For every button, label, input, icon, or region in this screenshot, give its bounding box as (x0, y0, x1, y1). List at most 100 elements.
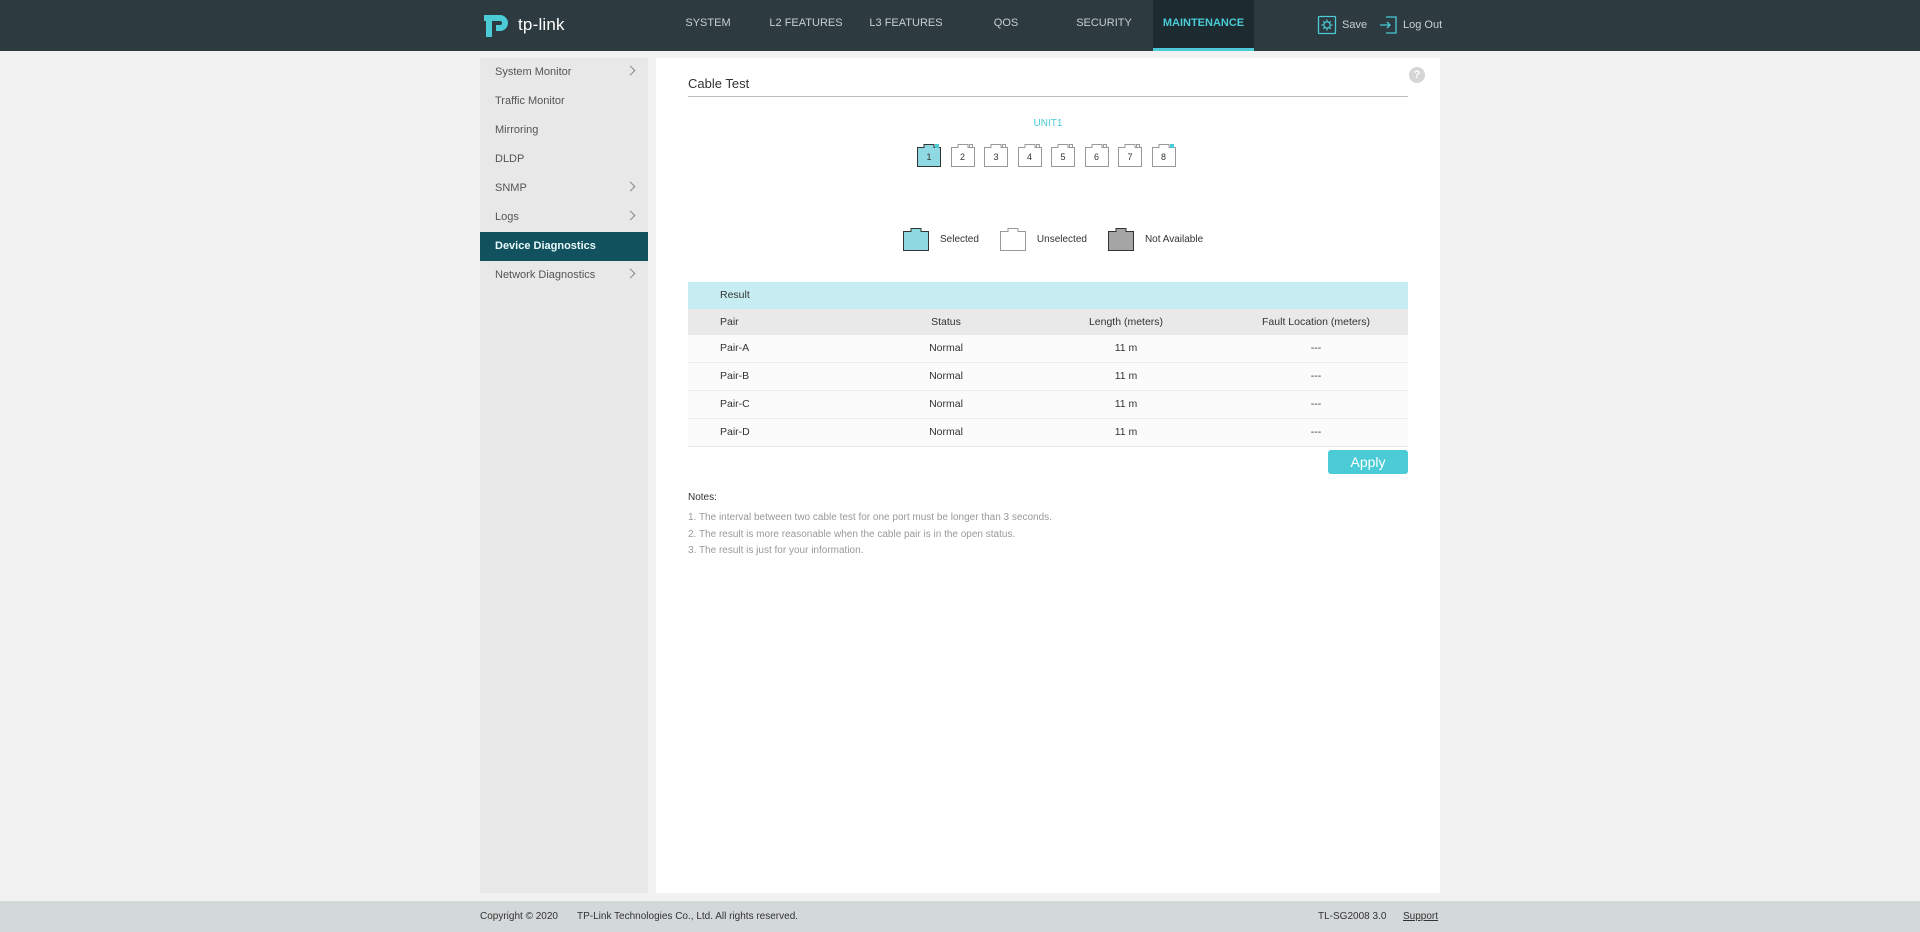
port-unselected-icon (999, 228, 1026, 251)
table-row: Pair-C Normal 11 m --- (688, 391, 1408, 419)
port-3[interactable]: 3 (984, 143, 1008, 167)
note-item: 2. The result is more reasonable when th… (688, 528, 1016, 540)
logout-icon (1380, 16, 1397, 34)
sidebar-item-dldp[interactable]: DLDP (480, 145, 648, 174)
nav-qos[interactable]: QoS (965, 0, 1047, 51)
port-7[interactable]: 7 (1118, 143, 1142, 167)
nav-l2-features[interactable]: L2 FEATURES (764, 0, 848, 51)
port-selected-icon (903, 228, 929, 251)
sidebar-item-label: Logs (495, 211, 519, 223)
pair-cell: Pair-C (720, 398, 750, 410)
length-cell: 11 m (1114, 342, 1138, 354)
legend-label: Not Available (1144, 233, 1204, 245)
company-text: TP-Link Technologies Co., Ltd. All right… (577, 911, 799, 922)
column-header-status: Status (931, 316, 961, 328)
legend-label: Selected (940, 233, 979, 245)
sidebar-item-label: Device Diagnostics (495, 240, 596, 252)
legend-not-available: Not Available (1107, 227, 1204, 251)
port-number: 3 (993, 152, 999, 162)
top-bar: tp-link SYSTEM L2 FEATURES L3 FEATURES Q… (0, 0, 1920, 51)
sidebar-item-label: SNMP (495, 182, 527, 194)
save-button[interactable]: Save (1317, 14, 1367, 36)
tp-link-logo[interactable]: tp-link (480, 8, 565, 42)
port-number: 7 (1127, 152, 1133, 162)
notes-section: Notes: 1. The interval between two cable… (688, 492, 1408, 560)
port-8[interactable]: 8 (1151, 143, 1176, 167)
link-indicator (935, 144, 939, 148)
fault-location-cell: --- (1310, 342, 1322, 354)
table-row: Pair-A Normal 11 m --- (688, 335, 1408, 363)
link-indicator (1035, 144, 1040, 148)
legend-selected: Selected (903, 227, 979, 251)
chevron-right-icon (625, 210, 636, 221)
support-link[interactable]: Support (1403, 911, 1438, 922)
link-indicator (1136, 144, 1140, 148)
fault-location-cell: --- (1310, 398, 1322, 410)
main-panel: ? Cable Test UNIT1 1 2 3 4 5 6 7 8 Selec… (656, 58, 1440, 893)
sidebar-item-label: System Monitor (495, 66, 572, 78)
chevron-right-icon (625, 268, 636, 279)
table-row: Pair-B Normal 11 m --- (688, 363, 1408, 391)
port-4[interactable]: 4 (1017, 143, 1042, 167)
length-cell: 11 m (1114, 426, 1138, 438)
port-1[interactable]: 1 (917, 143, 941, 167)
apply-button[interactable]: Apply (1328, 450, 1408, 474)
sidebar-item-label: Mirroring (495, 124, 539, 136)
sidebar-item-snmp[interactable]: SNMP (480, 174, 648, 203)
note-item: 1. The interval between two cable test f… (688, 512, 1052, 523)
sidebar-item-system-monitor[interactable]: System Monitor (480, 58, 648, 87)
column-header-fault-location: Fault Location (meters) (1262, 316, 1370, 328)
port-number: 1 (926, 152, 932, 162)
help-icon[interactable]: ? (1409, 67, 1425, 83)
sidebar-item-mirroring[interactable]: Mirroring (480, 116, 648, 145)
tp-link-logo-icon (484, 15, 508, 37)
nav-security[interactable]: SECURITY (1063, 0, 1145, 51)
note-item: 3. The result is just for your informati… (688, 545, 864, 556)
chevron-right-icon (625, 65, 636, 76)
save-gear-icon (1317, 15, 1337, 35)
port-5[interactable]: 5 (1051, 143, 1075, 167)
model-text: TL-SG2008 3.0 (1318, 911, 1387, 922)
link-indicator (1102, 144, 1107, 148)
nav-l3-features[interactable]: L3 FEATURES (864, 0, 948, 51)
chevron-right-icon (625, 181, 636, 192)
sidebar: System Monitor Traffic Monitor Mirroring… (480, 58, 648, 893)
port-legend: Selected Unselected Not Available (903, 226, 1224, 252)
table-row: Pair-D Normal 11 m --- (688, 419, 1408, 447)
footer: Copyright © 2020 TP-Link Technologies Co… (0, 901, 1920, 932)
sidebar-item-traffic-monitor[interactable]: Traffic Monitor (480, 87, 648, 116)
pair-cell: Pair-D (720, 426, 750, 438)
sidebar-item-label: Network Diagnostics (495, 269, 596, 281)
unit-label: UNIT1 (1033, 118, 1063, 129)
column-header-pair: Pair (720, 316, 739, 328)
length-cell: 11 m (1114, 370, 1138, 382)
fault-location-cell: --- (1310, 426, 1322, 438)
sidebar-item-network-diagnostics[interactable]: Network Diagnostics (480, 261, 648, 290)
port-number: 2 (959, 152, 965, 162)
status-cell: Normal (929, 426, 963, 438)
status-cell: Normal (929, 398, 963, 410)
sidebar-item-logs[interactable]: Logs (480, 203, 648, 232)
status-cell: Normal (929, 342, 963, 354)
status-cell: Normal (929, 370, 963, 382)
sidebar-item-device-diagnostics[interactable]: Device Diagnostics (480, 232, 648, 261)
result-table: Result Pair Status Length (meters) Fault… (688, 282, 1408, 447)
link-indicator (1169, 144, 1174, 148)
nav-maintenance[interactable]: MAINTENANCE (1153, 0, 1254, 51)
port-number: 5 (1060, 152, 1066, 162)
port-number: 8 (1160, 152, 1166, 162)
save-label: Save (1342, 19, 1368, 31)
length-cell: 11 m (1114, 398, 1138, 410)
pair-cell: Pair-A (720, 342, 750, 354)
port-6[interactable]: 6 (1084, 143, 1109, 167)
brand-name: tp-link (518, 15, 565, 34)
result-title: Result (688, 282, 1408, 309)
copyright-text: Copyright © 2020 (480, 911, 558, 922)
port-number: 6 (1093, 152, 1099, 162)
fault-location-cell: --- (1310, 370, 1322, 382)
port-number: 4 (1026, 152, 1032, 162)
logout-button[interactable]: Log Out (1378, 14, 1442, 36)
page-title: Cable Test (688, 76, 1408, 97)
port-2[interactable]: 2 (950, 143, 975, 167)
nav-system[interactable]: SYSTEM (668, 0, 748, 51)
